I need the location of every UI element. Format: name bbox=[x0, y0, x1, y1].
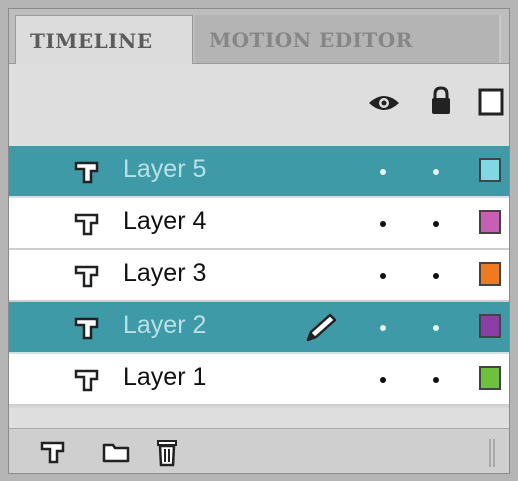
new-layer-icon[interactable] bbox=[39, 439, 69, 465]
empty-area bbox=[9, 408, 509, 428]
tab-timeline[interactable]: TIMELINE bbox=[15, 15, 193, 64]
visibility-dot[interactable] bbox=[380, 169, 386, 175]
eye-icon[interactable] bbox=[367, 90, 401, 116]
layer-header bbox=[9, 64, 509, 146]
lock-dot[interactable] bbox=[433, 273, 439, 279]
layer-row[interactable]: Layer 1 bbox=[9, 354, 509, 406]
tab-divider bbox=[499, 15, 501, 63]
outline-color-swatch[interactable] bbox=[479, 210, 501, 234]
layer-list: Layer 5 Layer 4 Layer 3 Layer 2 Layer 1 bbox=[9, 146, 509, 406]
visibility-dot[interactable] bbox=[380, 377, 386, 383]
outline-color-swatch[interactable] bbox=[479, 314, 501, 338]
layer-name[interactable]: Layer 3 bbox=[123, 259, 206, 288]
tab-motion-editor[interactable]: MOTION EDITOR bbox=[195, 15, 499, 63]
lock-dot[interactable] bbox=[433, 221, 439, 227]
layer-name[interactable]: Layer 4 bbox=[123, 207, 206, 236]
delete-icon[interactable] bbox=[155, 437, 179, 467]
layer-icon bbox=[74, 265, 99, 288]
layer-name[interactable]: Layer 2 bbox=[123, 311, 206, 340]
outline-color-swatch[interactable] bbox=[479, 262, 501, 286]
layer-row[interactable]: Layer 4 bbox=[9, 198, 509, 250]
visibility-dot[interactable] bbox=[380, 273, 386, 279]
outline-icon[interactable] bbox=[478, 88, 504, 116]
layer-icon bbox=[74, 369, 99, 392]
layer-name[interactable]: Layer 1 bbox=[123, 363, 206, 392]
visibility-dot[interactable] bbox=[380, 325, 386, 331]
layer-row[interactable]: Layer 2 bbox=[9, 302, 509, 354]
outline-color-swatch[interactable] bbox=[479, 366, 501, 390]
resize-grip-icon[interactable] bbox=[487, 439, 497, 467]
layer-icon bbox=[74, 213, 99, 236]
visibility-dot[interactable] bbox=[380, 221, 386, 227]
layer-icon bbox=[74, 161, 99, 184]
lock-dot[interactable] bbox=[433, 169, 439, 175]
layer-icon bbox=[74, 317, 99, 340]
lock-dot[interactable] bbox=[433, 325, 439, 331]
lock-icon[interactable] bbox=[429, 86, 453, 116]
layer-toolbar bbox=[9, 428, 509, 473]
layer-row[interactable]: Layer 3 bbox=[9, 250, 509, 302]
outline-color-swatch[interactable] bbox=[479, 158, 501, 182]
layer-row[interactable]: Layer 5 bbox=[9, 146, 509, 198]
tab-bar: TIMELINE MOTION EDITOR bbox=[9, 9, 509, 64]
layer-name[interactable]: Layer 5 bbox=[123, 155, 206, 184]
lock-dot[interactable] bbox=[433, 377, 439, 383]
pencil-icon bbox=[306, 313, 337, 342]
new-folder-icon[interactable] bbox=[101, 439, 131, 465]
timeline-panel: TIMELINE MOTION EDITOR Layer 5 Layer 4 L… bbox=[8, 8, 510, 474]
